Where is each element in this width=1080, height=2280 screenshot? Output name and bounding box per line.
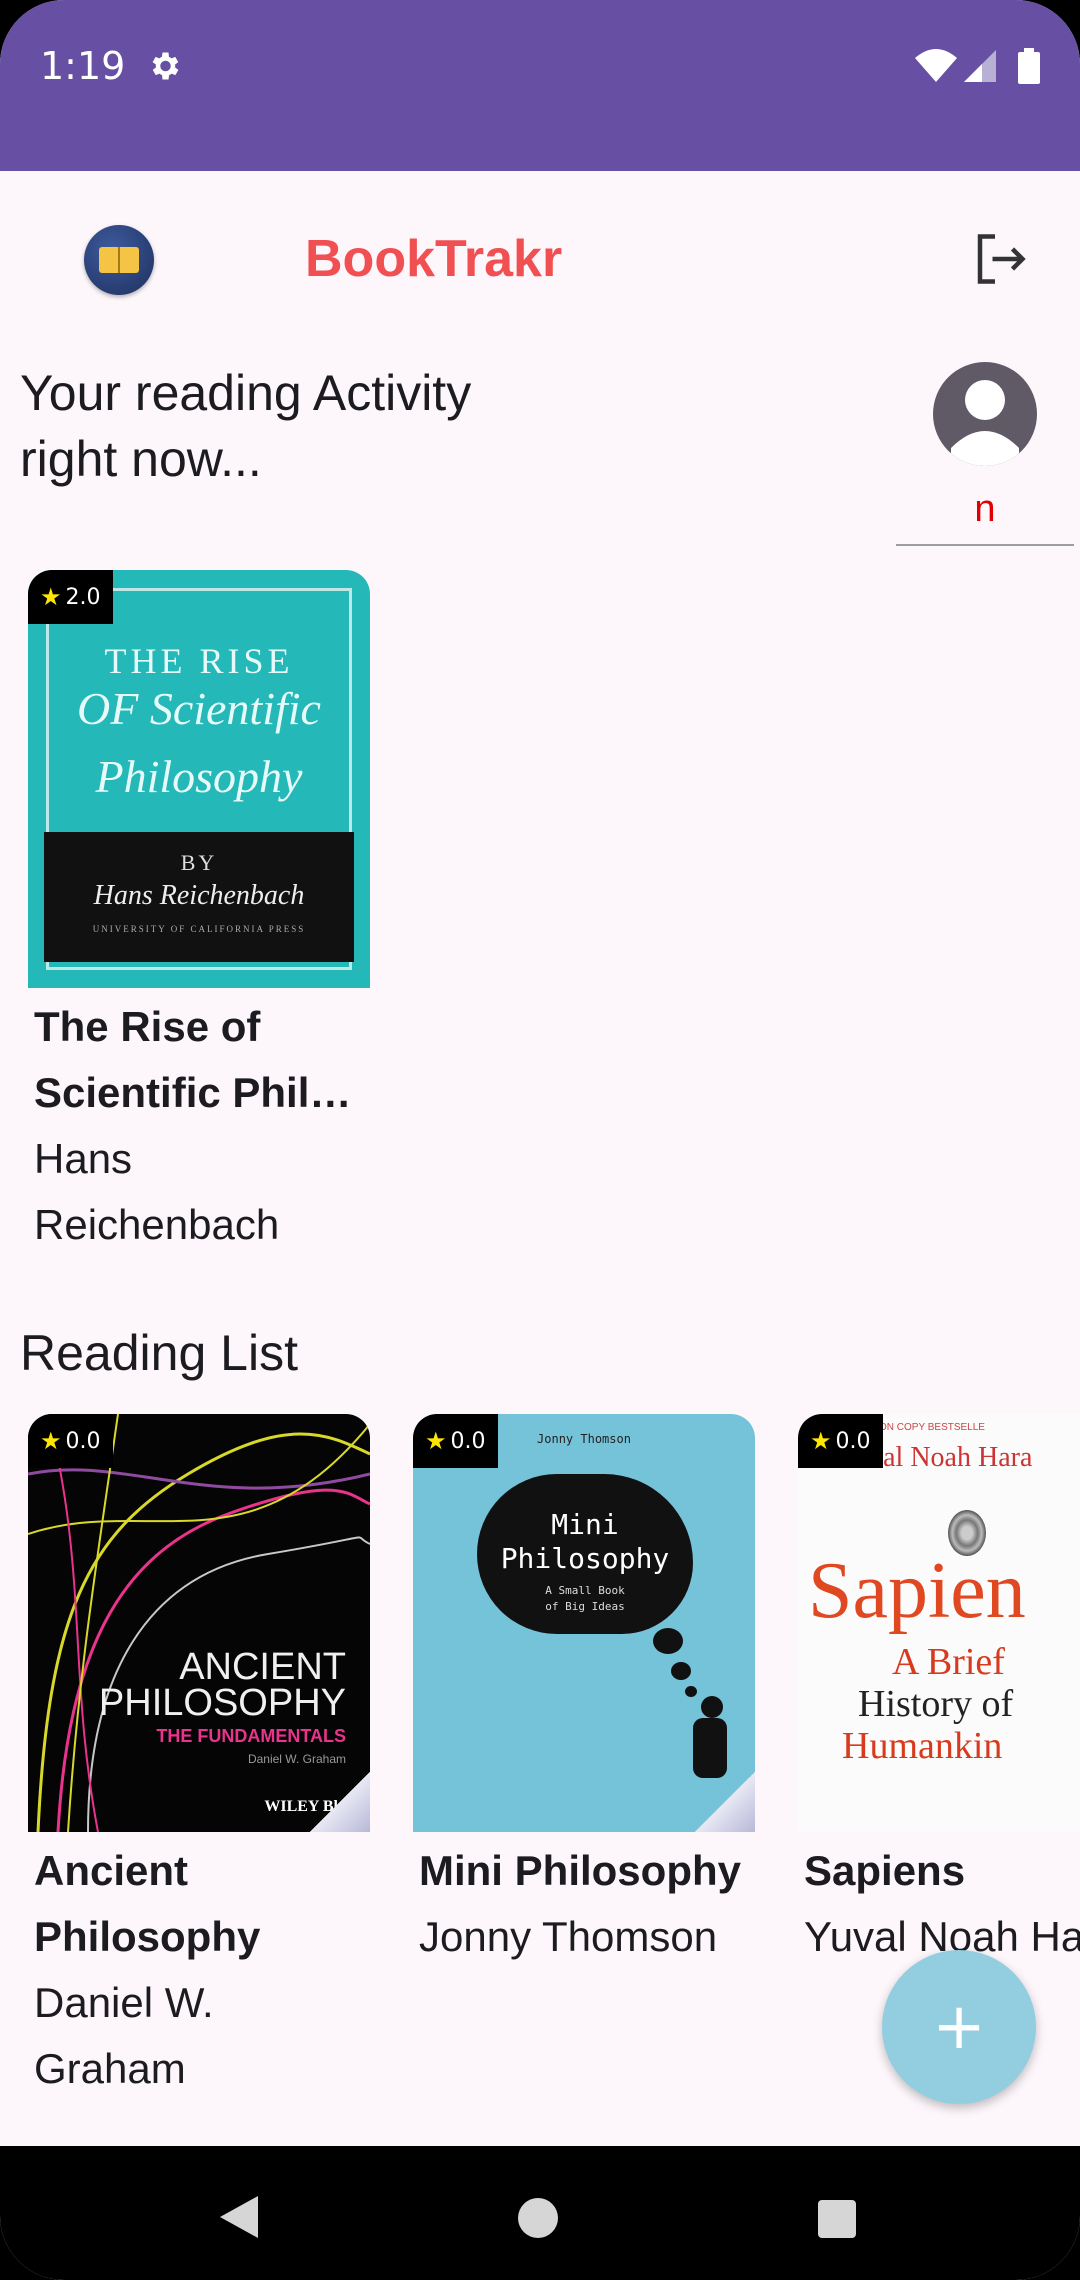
book-title: Ancient Philosophy [34,1847,261,1960]
star-icon: ★ [40,1427,62,1455]
cover-line: Mini [551,1508,619,1541]
cover-line: THE FUNDAMENTALS [156,1726,346,1746]
cover-thought-cloud: Mini Philosophy A Small Book of Big Idea… [477,1474,693,1634]
cover-bubble [653,1628,683,1654]
cover-bubble [685,1686,697,1697]
screen: 1:19 BookTrakr Your reading Activity rig… [0,0,1080,2280]
status-time: 1:19 [40,44,126,88]
cover-line: OF Scientific [77,683,321,734]
page-curl [310,1772,370,1832]
recents-icon[interactable] [818,2200,856,2238]
cover-author-band: BY Hans Reichenbach UNIVERSITY OF CALIFO… [44,832,354,962]
book-author: Jonny Thomson [419,1913,718,1960]
book-cover: MILLION COPY BESTSELLE Yuval Noah Hara S… [798,1414,1080,1832]
rating-value: 0.0 [835,1428,871,1454]
book-cover: ANCIENT PHILOSOPHY THE FUNDAMENTALS Dani… [28,1414,370,1832]
navigation-bar [0,2146,1080,2280]
status-bar: 1:19 [0,0,1080,171]
reading-list-book-card[interactable]: ANCIENT PHILOSOPHY THE FUNDAMENTALS Dani… [28,1414,370,2102]
person-icon [951,380,1019,466]
book-cover: Jonny Thomson Mini Philosophy A Small Bo… [413,1414,755,1832]
rating-value: 2.0 [65,584,101,610]
logout-icon[interactable] [970,229,1030,289]
cover-by: BY [180,850,218,875]
rating-badge: ★ 0.0 [28,1414,113,1468]
profile-avatar[interactable] [933,362,1037,466]
reading-list-title: Reading List [20,1325,298,1381]
rating-badge: ★ 0.0 [798,1414,883,1468]
book-title: Sapiens [804,1847,966,1894]
wifi-icon [915,49,957,82]
cover-line: PHILOSOPHY [98,1682,346,1724]
reading-list-book-card[interactable]: MILLION COPY BESTSELLE Yuval Noah Hara S… [798,1414,1080,1970]
book-logo-icon [84,225,154,295]
rating-value: 0.0 [450,1428,486,1454]
rating-badge: ★ 2.0 [28,570,113,624]
back-icon[interactable] [218,2194,260,2240]
cover-bubble [671,1662,691,1680]
cover-figure [693,1718,727,1778]
book-author: Daniel W. Graham [34,1979,214,2092]
plus-icon: + [932,1990,986,2064]
star-icon: ★ [40,583,62,611]
rating-badge: ★ 0.0 [413,1414,498,1468]
current-book-card[interactable]: THE RISE OF Scientific Philosophy BY Han… [28,570,370,1258]
reading-list-book-card[interactable]: Jonny Thomson Mini Philosophy A Small Bo… [413,1414,755,1970]
book-title: The Rise of Scientific Phil… [34,1003,352,1116]
battery-icon [1018,48,1040,84]
activity-title: Your reading Activity right now... [20,365,472,487]
page-curl [695,1772,755,1832]
add-book-button[interactable]: + [882,1950,1036,2104]
star-icon: ★ [425,1427,447,1455]
cover-line: Sapien [808,1547,1026,1635]
cover-press: UNIVERSITY OF CALIFORNIA PRESS [92,924,306,934]
cover-line: of Big Ideas [545,1600,625,1613]
cover-figure [701,1696,723,1718]
gear-icon [152,52,179,80]
cover-lines-art [28,1414,370,1832]
cover-line: Philosophy [95,751,303,802]
app-title: BookTrakr [305,230,563,288]
book-title: Mini Philosophy [419,1847,741,1894]
cover-line: A Small Book [545,1584,625,1597]
app-bar: BookTrakr [0,171,1080,351]
rating-value: 0.0 [65,1428,101,1454]
cover-line: Humankin [842,1725,1003,1767]
book-author: Hans Reichenbach [34,1135,280,1248]
book-cover: THE RISE OF Scientific Philosophy BY Han… [28,570,370,988]
cover-author: Hans Reichenbach [93,880,305,911]
profile-name: n [974,488,996,530]
cover-line: A Brief [892,1641,1005,1683]
star-icon: ★ [810,1427,832,1455]
cover-line: History of [858,1683,1014,1725]
signal-icon [964,50,996,82]
cover-line: Daniel W. Graham [247,1752,346,1766]
cover-line: THE RISE [104,641,294,681]
profile-underline [896,544,1074,546]
cover-line: Philosophy [500,1542,670,1575]
home-icon[interactable] [518,2198,558,2238]
